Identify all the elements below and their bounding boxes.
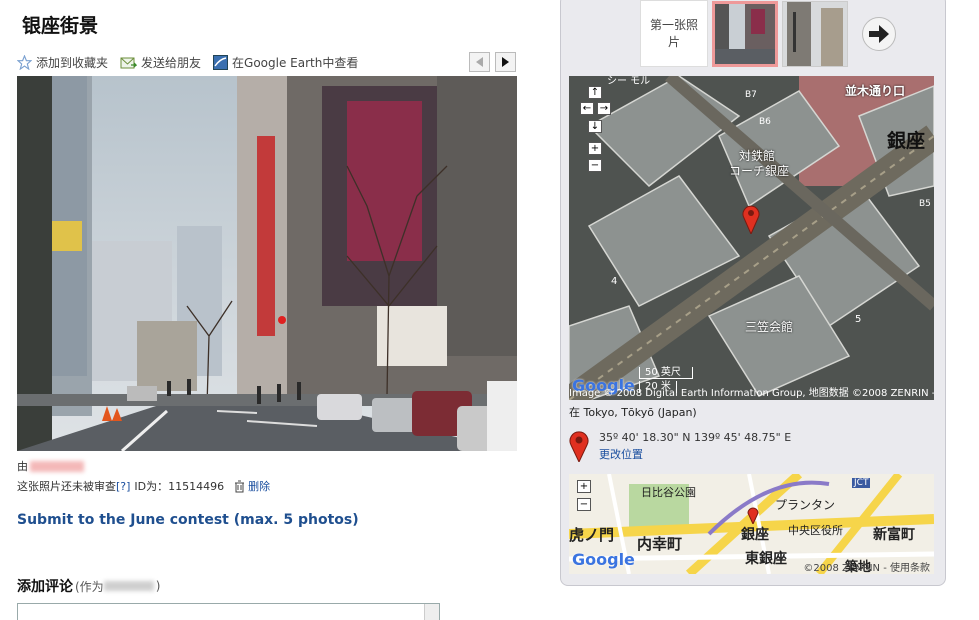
view-in-google-earth-link[interactable]: 在Google Earth中查看 (213, 54, 358, 71)
street-label-printemps: プランタン (775, 498, 836, 512)
map-label-b5: B5 (919, 199, 931, 209)
map-copyright: Image © 2008 Digital Earth Information G… (569, 388, 934, 399)
pan-down-button[interactable]: ↓ (588, 120, 602, 133)
comment-textarea[interactable] (17, 603, 440, 620)
main-photo[interactable] (17, 76, 517, 451)
change-location-link[interactable]: 更改位置 (599, 446, 643, 462)
by-prefix: 由 (17, 460, 28, 473)
map-label-namiki: 並木通り口 (845, 84, 906, 98)
map-label-b7: B7 (745, 90, 757, 100)
location-place: Tokyo, Tōkyō (Japan) (583, 406, 697, 419)
pan-right-button[interactable]: → (597, 102, 611, 115)
map-label-4: 4 (611, 276, 618, 287)
comment-as-prefix: (作为 (75, 579, 104, 594)
map-label-b6: B6 (759, 117, 771, 127)
street-zoom-in-button[interactable]: + (577, 480, 591, 493)
add-to-favorites-link[interactable]: 添加到收藏夹 (17, 54, 108, 71)
previous-photo-button[interactable] (469, 52, 490, 72)
comment-as-user (103, 581, 154, 591)
location-pin-icon[interactable] (742, 204, 760, 234)
pan-left-button[interactable]: ← (580, 102, 594, 115)
photo-id-value: 11514496 (168, 479, 225, 493)
thumbnail-current[interactable] (712, 0, 778, 67)
thumbnail-strip: 第一张照片 (640, 0, 896, 67)
photo-author-line: 由 (17, 458, 84, 474)
street-location-pin-icon[interactable] (747, 504, 759, 524)
add-comment-heading: 添加评论 (作为 ) (17, 576, 160, 596)
send-mail-icon (120, 57, 138, 68)
street-label-ginza: 銀座 (741, 527, 769, 543)
next-thumbnails-button[interactable] (862, 16, 896, 51)
map-label-coach: コーチ銀座 (729, 164, 790, 178)
zoom-out-button[interactable]: − (588, 159, 602, 172)
street-zoom-out-button[interactable]: − (577, 498, 591, 511)
pan-up-button[interactable]: ↑ (588, 86, 602, 99)
view-in-google-earth-label: 在Google Earth中查看 (232, 56, 359, 70)
satellite-map-image (569, 76, 934, 400)
action-bar: 添加到收藏夹 发送给朋友 在Google Earth中查看 (17, 54, 370, 71)
street-google-logo[interactable]: Google (572, 550, 635, 569)
first-photo-label: 第一张照片 (649, 18, 698, 49)
street-label-jct: JCT (852, 478, 871, 488)
street-map[interactable]: + − 日比谷公園 虎ノ門 内幸町 銀座 プランタン 中央区役所 新富町 東銀座… (569, 474, 934, 574)
page-title: 银座街景 (22, 15, 99, 37)
location-coordinates: 35º 40' 18.30" N 139º 45' 48.75" E (599, 431, 792, 444)
street-label-higashiginza: 東銀座 (745, 551, 787, 567)
map-scale-feet: 50 英尺 (639, 367, 693, 379)
review-status-text: 这张照片还未被审查 (17, 480, 116, 493)
send-to-friend-link[interactable]: 发送给朋友 (120, 54, 201, 71)
star-icon (17, 55, 32, 70)
map-label-5: 5 (855, 314, 862, 325)
next-photo-button[interactable] (495, 52, 516, 72)
street-label-hibiya: 日比谷公園 (641, 486, 696, 499)
street-label-chuo: 中央区役所 (788, 524, 843, 537)
triangle-left-icon (475, 57, 483, 67)
add-to-favorites-label: 添加到收藏夹 (36, 56, 109, 70)
location-prefix: 在 (569, 406, 580, 419)
arrow-right-icon (869, 24, 889, 43)
photo-id-label: ID为： (134, 480, 169, 493)
send-to-friend-label: 发送给朋友 (141, 56, 202, 70)
ginza-street-image (17, 76, 517, 451)
street-label-shintomicho: 新富町 (873, 527, 915, 543)
satellite-map[interactable]: ↑ ← → ↓ + − シー モル B7 B6 B5 4 5 並木通り口 銀座 … (569, 76, 934, 400)
zoom-in-button[interactable]: + (588, 142, 602, 155)
map-label-misakan: 三笠会館 (745, 320, 794, 334)
author-link[interactable] (30, 460, 84, 472)
submit-contest-link[interactable]: Submit to the June contest (max. 5 photo… (17, 512, 359, 528)
comment-as-suffix: ) (155, 579, 161, 593)
street-label-toranomon: 虎ノ門 (569, 526, 615, 544)
first-photo-button[interactable]: 第一张照片 (640, 0, 708, 67)
street-label-uchisaiwaicho: 内幸町 (637, 535, 683, 553)
add-comment-title: 添加评论 (17, 579, 73, 595)
location-line: 在 Tokyo, Tōkyō (Japan) (569, 404, 697, 420)
next-thumb-image (783, 1, 847, 66)
comment-scrollbar[interactable] (424, 604, 439, 620)
map-label-ginza: 銀座 (887, 130, 926, 152)
review-help-link[interactable]: [?] (116, 480, 130, 493)
google-earth-icon (213, 55, 229, 70)
map-top-label: シー モル (607, 76, 651, 87)
photo-status-line: 这张照片还未被审查 [?] ID为： 11514496 删除 (17, 478, 270, 494)
delete-link[interactable]: 删除 (248, 478, 270, 494)
triangle-right-icon (501, 57, 509, 67)
location-marker-icon (569, 431, 589, 462)
street-map-copyright: ©2008 ZENRIN - 使用条款 (803, 563, 930, 574)
current-thumb-image (715, 3, 775, 64)
thumbnail-next[interactable] (782, 0, 848, 67)
trash-icon[interactable] (234, 480, 245, 493)
